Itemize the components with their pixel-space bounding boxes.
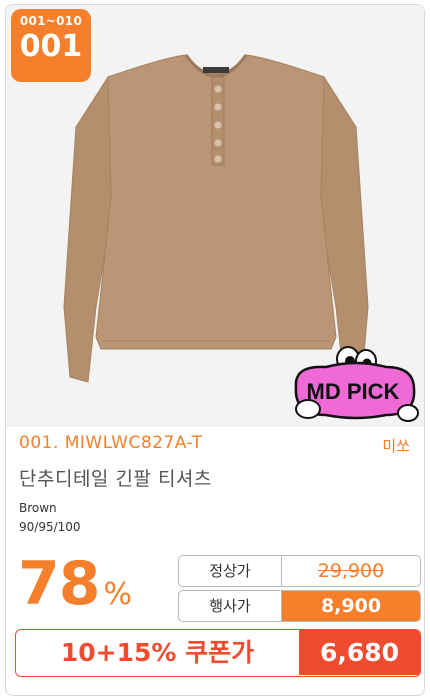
product-code[interactable]: 001. MIWLWC827A-T (19, 433, 203, 453)
product-sizes: 90/95/100 (19, 520, 81, 534)
md-pick-sticker: MD PICK (294, 346, 419, 422)
coupon-price-label: 10+15% 쿠폰가 (60, 638, 255, 667)
discount-number: 78 (18, 549, 100, 619)
product-name[interactable]: 단추디테일 긴팔 티셔츠 (19, 464, 212, 491)
discount-rate: 78% (18, 551, 132, 617)
discount-sign: % (103, 577, 133, 612)
brand-name[interactable]: 미쏘 (382, 435, 410, 456)
svg-text:MD PICK: MD PICK (307, 379, 400, 404)
sale-price-label: 행사가 (179, 591, 282, 621)
sale-price-row: 행사가 8,900 (178, 590, 421, 622)
product-color: Brown (19, 501, 57, 515)
product-card[interactable]: MD PICK 001~010 001 001. MIWLWC827A-T 미쏘… (5, 4, 425, 696)
product-image-area[interactable]: MD PICK 001~010 001 (6, 5, 424, 427)
rank-badge: 001~010 001 (11, 9, 91, 82)
coupon-price-row[interactable]: 10+15% 쿠폰가 6,680 (15, 629, 421, 677)
regular-price-value: 29,900 (317, 560, 385, 582)
regular-price-label: 정상가 (179, 556, 282, 586)
regular-price-row: 정상가 29,900 (178, 555, 421, 587)
rank-number: 001 (19, 29, 83, 64)
sale-price-value: 8,900 (282, 591, 420, 621)
rank-range: 001~010 (19, 14, 83, 28)
coupon-price-value: 6,680 (299, 630, 420, 675)
